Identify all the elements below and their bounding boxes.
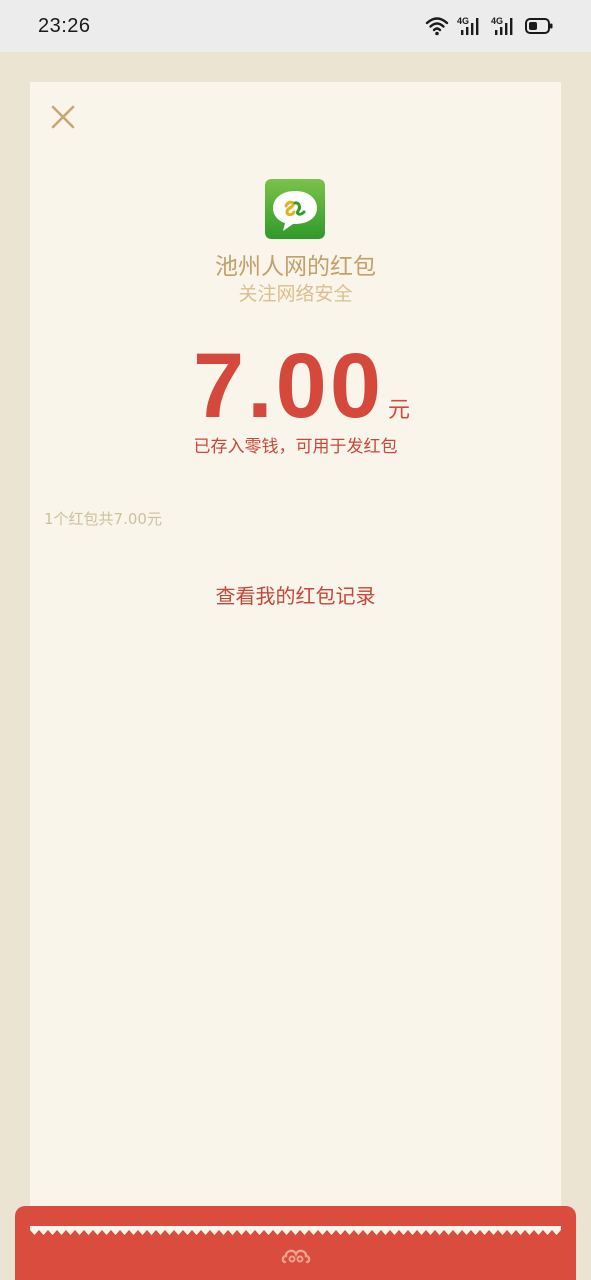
status-icons: 4G 4G	[425, 16, 553, 36]
signal-4g-icon: 4G	[491, 16, 513, 35]
stored-to-balance-link[interactable]: 已存入零钱，可用于发红包	[30, 432, 561, 457]
envelope-bottom	[15, 1206, 576, 1280]
network-label: 4G	[491, 16, 503, 26]
packet-summary: 1个红包共7.00元	[44, 510, 162, 528]
wifi-icon	[425, 17, 449, 36]
battery-icon	[525, 18, 553, 34]
close-button[interactable]	[48, 102, 78, 132]
blessing-text: 关注网络安全	[238, 283, 353, 305]
signal-4g-icon: 4G	[457, 16, 479, 35]
speech-bubble-logo-icon	[265, 179, 325, 239]
chizhou-app-logo	[265, 179, 325, 239]
cloud-emblem-icon	[281, 1249, 311, 1264]
network-label: 4G	[457, 16, 469, 26]
sender-name: 池州人网的红包	[215, 254, 376, 280]
status-bar: 23:26 4G 4G	[0, 0, 591, 52]
amount-value: 7.00	[192, 335, 385, 437]
zigzag-edge	[30, 1226, 561, 1235]
view-records-link[interactable]: 查看我的红包记录	[30, 580, 561, 609]
status-time: 23:26	[38, 14, 91, 37]
red-packet-detail-card: 池州人网的红包 关注网络安全 7.00 元 已存入零钱，可用于发红包 1个红包共…	[30, 82, 561, 1232]
amount-row: 7.00 元	[30, 334, 561, 439]
close-icon	[51, 105, 75, 129]
amount-unit: 元	[388, 398, 411, 423]
